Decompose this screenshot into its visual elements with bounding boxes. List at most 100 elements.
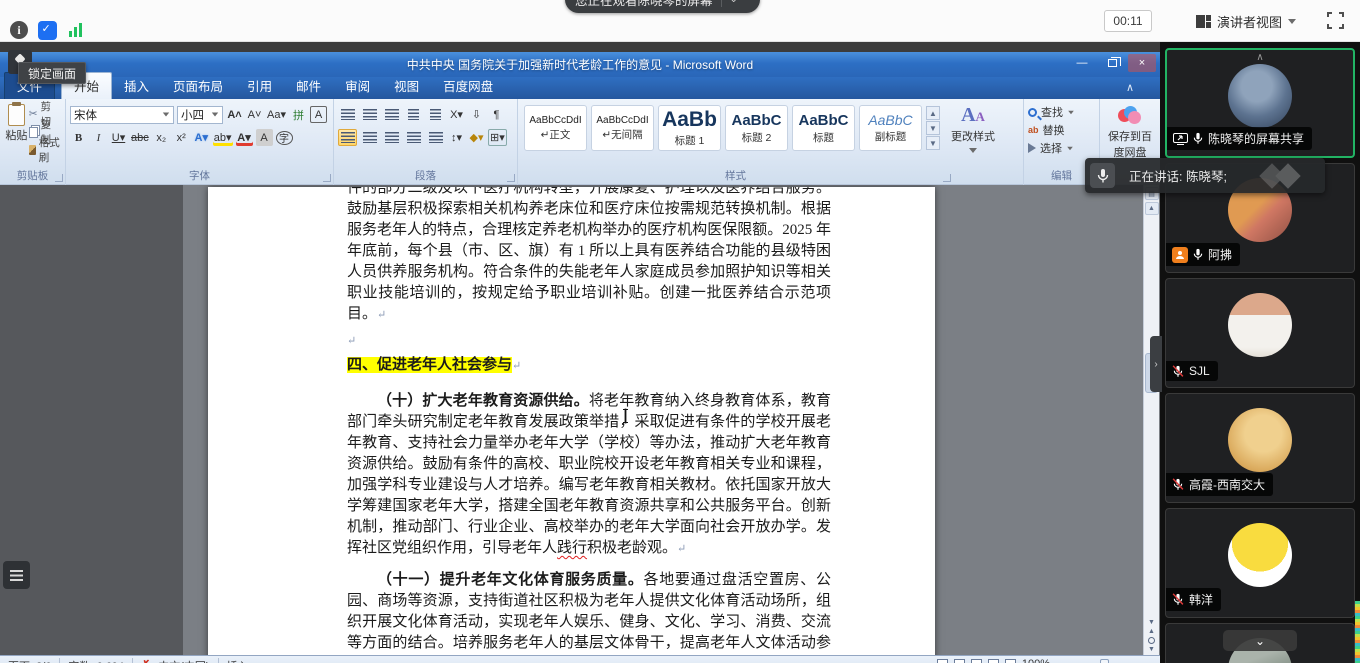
zoom-level[interactable]: 100% xyxy=(1022,658,1050,663)
view-mode-button[interactable]: 演讲者视图 xyxy=(1188,8,1304,34)
tab-page-layout[interactable]: 页面布局 xyxy=(161,73,235,99)
scroll-down-arrow[interactable]: ▼ xyxy=(1148,619,1155,626)
enclose-characters-button[interactable]: 字 xyxy=(276,131,293,145)
numbering-button[interactable] xyxy=(360,106,379,123)
character-border-button[interactable]: A xyxy=(310,106,327,123)
scroll-up-arrow[interactable]: ▲ xyxy=(1145,202,1159,215)
participant-tile[interactable]: ∧ 陈晓琴的屏幕共享 xyxy=(1165,48,1355,158)
tab-insert[interactable]: 插入 xyxy=(112,73,161,99)
fullscreen-reading-view-icon[interactable] xyxy=(954,659,965,663)
sidebar-collapse-handle[interactable]: › xyxy=(1150,336,1162,392)
tab-view[interactable]: 视图 xyxy=(382,73,431,99)
font-name-combo[interactable]: 宋体 xyxy=(70,106,174,124)
style-subtitle[interactable]: AaBbC 副标题 xyxy=(859,105,922,151)
tab-baidu-netdisk[interactable]: 百度网盘 xyxy=(431,73,505,99)
phonetic-guide-button[interactable]: 拼 xyxy=(290,106,307,123)
increase-indent-button[interactable] xyxy=(426,106,445,123)
screen-share-icon xyxy=(1173,133,1188,145)
watching-banner[interactable]: 您正在观看陈晓琴的屏幕 ⌄ xyxy=(565,0,760,13)
participant-tile[interactable]: 高霞-西南交大 xyxy=(1165,393,1355,503)
network-status-button[interactable] xyxy=(64,19,86,41)
scroll-more-participants-button[interactable]: ⌄ xyxy=(1223,630,1297,651)
close-button[interactable]: × xyxy=(1128,54,1156,72)
underline-button[interactable]: U▾ xyxy=(110,129,127,146)
bullets-button[interactable] xyxy=(338,106,357,123)
font-color-button[interactable]: A▾ xyxy=(236,129,253,146)
styles-dialog-launcher[interactable] xyxy=(943,174,951,182)
italic-button[interactable]: I xyxy=(90,129,107,146)
mic-button[interactable] xyxy=(1090,163,1115,188)
font-dialog-launcher[interactable] xyxy=(323,174,331,182)
distribute-button[interactable] xyxy=(426,129,445,146)
status-page[interactable]: 页面: 3/6 xyxy=(8,658,51,663)
sort-button[interactable]: ⇩ xyxy=(468,106,485,123)
collapse-chevron-icon[interactable]: ∧ xyxy=(1256,52,1263,63)
next-page-button[interactable]: ▼ xyxy=(1148,646,1155,653)
style-title[interactable]: AaBbC 标题 xyxy=(792,105,855,151)
participant-tile[interactable]: SJL xyxy=(1165,278,1355,388)
tab-references[interactable]: 引用 xyxy=(235,73,284,99)
zoom-slider-handle[interactable] xyxy=(1100,659,1109,663)
ribbon-tab-row: 文件 开始 插入 页面布局 引用 邮件 审阅 视图 百度网盘 ∧ xyxy=(0,77,1160,99)
style-normal[interactable]: AaBbCcDdI ↵正文 xyxy=(524,105,587,151)
restore-button[interactable] xyxy=(1098,54,1126,72)
paragraph-dialog-launcher[interactable] xyxy=(507,174,515,182)
shading-button[interactable]: ◆▾ xyxy=(468,129,485,146)
floating-menu-button[interactable] xyxy=(3,561,30,589)
character-shading-button[interactable]: A xyxy=(256,129,273,146)
shrink-font-button[interactable]: A˅ xyxy=(246,106,263,123)
style-heading2[interactable]: AaBbC 标题 2 xyxy=(725,105,788,151)
tab-review[interactable]: 审阅 xyxy=(333,73,382,99)
grow-font-button[interactable]: A˄ xyxy=(226,106,243,123)
highlight-color-button[interactable]: ab▾ xyxy=(213,129,233,146)
text-effects-button[interactable]: A▾ xyxy=(193,129,210,146)
minimize-button[interactable]: — xyxy=(1068,54,1096,72)
justify-button[interactable] xyxy=(404,129,423,146)
status-language[interactable]: 中文(中国) xyxy=(158,658,209,663)
print-layout-view-icon[interactable] xyxy=(937,659,948,663)
select-button[interactable]: 选择 xyxy=(1028,140,1095,156)
styles-more-button[interactable]: ▼ xyxy=(926,136,940,150)
styles-scroll-down[interactable]: ▼ xyxy=(926,121,940,135)
font-size-combo[interactable]: 小四 xyxy=(177,106,223,124)
strikethrough-button[interactable]: abc xyxy=(130,129,150,146)
web-layout-view-icon[interactable] xyxy=(971,659,982,663)
superscript-button[interactable]: x² xyxy=(173,129,190,146)
outline-view-icon[interactable] xyxy=(988,659,999,663)
fullscreen-button[interactable] xyxy=(1327,12,1344,29)
align-left-button[interactable] xyxy=(338,129,357,146)
subscript-button[interactable]: x₂ xyxy=(153,129,170,146)
style-no-spacing[interactable]: AaBbCcDdI ↵无间隔 xyxy=(591,105,654,151)
styles-scroll-up[interactable]: ▲ xyxy=(926,106,940,120)
borders-button[interactable]: ⊞▾ xyxy=(488,129,507,146)
decrease-indent-button[interactable] xyxy=(404,106,423,123)
change-styles-button[interactable]: AA 更改样式 xyxy=(942,102,1004,156)
align-right-button[interactable] xyxy=(382,129,401,146)
change-case-button[interactable]: Aa▾ xyxy=(266,106,287,123)
document-page[interactable]: 件的部分二级及以下医疗机构转型，开展康复、护理以及医养结合服务。鼓励基层积极探索… xyxy=(208,187,935,655)
tab-mailings[interactable]: 邮件 xyxy=(284,73,333,99)
find-button[interactable]: 查找 xyxy=(1028,104,1095,120)
style-heading1[interactable]: AaBb 标题 1 xyxy=(658,105,721,151)
previous-page-button[interactable]: ▲ xyxy=(1148,628,1155,635)
align-center-button[interactable] xyxy=(360,129,379,146)
security-button[interactable] xyxy=(36,19,58,41)
multilevel-list-button[interactable] xyxy=(382,106,401,123)
format-painter-button[interactable]: 格式刷 xyxy=(29,142,61,158)
minimize-ribbon-icon[interactable]: ∧ xyxy=(1126,81,1134,94)
replace-button[interactable]: ab替换 xyxy=(1028,122,1095,138)
select-browse-object-button[interactable] xyxy=(1148,637,1155,644)
participant-tile[interactable]: 韩洋 xyxy=(1165,508,1355,618)
status-insert-mode[interactable]: 插入 xyxy=(227,658,249,663)
show-marks-button[interactable]: ¶ xyxy=(488,106,505,123)
line-spacing-button[interactable]: ↕▾ xyxy=(448,129,465,146)
status-word-count[interactable]: 字数: 6,694 xyxy=(68,658,124,663)
meeting-info-button[interactable]: i xyxy=(8,19,30,41)
document-scrollbar[interactable]: ▤ ▲ ▼ ▲ ▼ xyxy=(1143,185,1159,655)
clipboard-dialog-launcher[interactable] xyxy=(55,174,63,182)
asian-layout-button[interactable]: X▾ xyxy=(448,106,465,123)
bold-button[interactable]: B xyxy=(70,129,87,146)
save-to-baidu-button[interactable]: 保存到百 度网盘 xyxy=(1104,102,1156,160)
draft-view-icon[interactable] xyxy=(1005,659,1016,663)
paste-button[interactable]: 粘贴 xyxy=(4,102,29,158)
